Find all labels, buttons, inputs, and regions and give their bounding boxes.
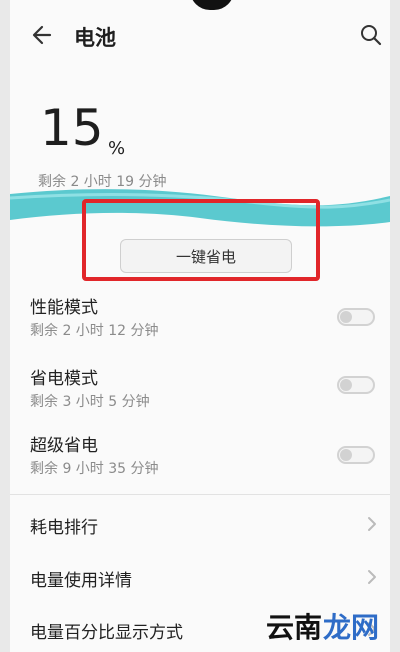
- section-divider: [10, 494, 390, 495]
- mode-subtitle: 剩余 2 小时 12 分钟: [30, 323, 159, 339]
- phone-screen: 电池 15 % 剩余 2 小时 19 分钟 一键省电 性能模式 剩余 2 小时 …: [10, 0, 390, 652]
- app-bar: 电池: [10, 16, 390, 56]
- link-item[interactable]: 耗电排行: [30, 513, 98, 538]
- battery-percent-unit: %: [108, 138, 126, 159]
- watermark-text-left: 云南: [266, 611, 323, 644]
- ultra-power-saving-toggle[interactable]: [337, 446, 375, 464]
- mode-title: 超级省电: [30, 436, 98, 456]
- mode-title: 省电模式: [30, 369, 98, 389]
- chevron-right-icon: [366, 515, 378, 533]
- watermark-text-right: 龙网: [323, 611, 380, 644]
- search-icon[interactable]: [358, 22, 384, 48]
- mode-title: 性能模式: [30, 298, 98, 318]
- mode-subtitle: 剩余 3 小时 5 分钟: [30, 394, 150, 410]
- camera-notch: [190, 0, 234, 10]
- power-saving-mode-toggle[interactable]: [337, 376, 375, 394]
- link-item[interactable]: 电量使用详情: [30, 566, 132, 591]
- back-arrow-icon[interactable]: [30, 22, 56, 48]
- highlight-annotation-box: [82, 199, 320, 281]
- link-item[interactable]: 电量百分比显示方式: [30, 618, 183, 643]
- page-title: 电池: [74, 26, 116, 50]
- mode-subtitle: 剩余 9 小时 35 分钟: [30, 461, 159, 477]
- performance-mode-toggle[interactable]: [337, 308, 375, 326]
- battery-percent: 15: [40, 99, 104, 157]
- site-watermark: 云南 龙网: [266, 604, 390, 648]
- chevron-right-icon: [366, 568, 378, 586]
